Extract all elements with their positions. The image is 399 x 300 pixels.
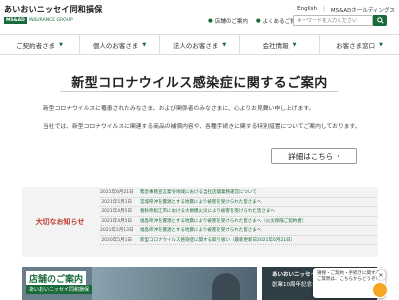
notice-row[interactable]: 2021年4月5日 春秋県松江市における大規模火災により被害を受けられた皆さまへ bbox=[100, 207, 378, 217]
banner-subtitle: あいおいニッセイ同和損保 bbox=[26, 285, 93, 294]
search-button[interactable] bbox=[373, 15, 387, 26]
nav-label: ご契約者さま bbox=[16, 41, 56, 50]
map-pin-icon: ● bbox=[208, 18, 213, 24]
chevron-down-icon: ▼ bbox=[59, 41, 63, 48]
notice-paragraph: 当社では、新型コロナウイルスに関連する商品の補償内容や、各種手続きに関する特別措… bbox=[43, 124, 361, 130]
notice-date: 2021年5月1日 bbox=[101, 199, 132, 205]
chevron-down-icon: ▼ bbox=[142, 41, 147, 48]
notice-date: 2020年5月1日 bbox=[101, 237, 132, 243]
nav-personal[interactable]: 個人のお客さま ▼ bbox=[80, 35, 160, 54]
site-header: あいおいニッセイ同和損保 MS&AD INSURANCE GROUP Engli… bbox=[0, 0, 399, 33]
title-divider bbox=[60, 91, 338, 92]
msad-holdings-link[interactable]: MS&ADホールディングス bbox=[331, 6, 395, 14]
notice-date: 2021年2月13日 bbox=[100, 228, 134, 234]
nav-label: 個人のお客さま bbox=[92, 41, 139, 50]
notice-body: 新型コロナウイルスに罹患されたみなさま、および関係者のみなさまに、心よりお見舞い… bbox=[43, 104, 363, 140]
notice-paragraph: 新型コロナウイルスに罹患されたみなさま、および関係者のみなさまに、心よりお見舞い… bbox=[43, 106, 315, 112]
detail-button[interactable]: 詳細はこちら › bbox=[271, 148, 357, 164]
chevron-down-icon: ▼ bbox=[379, 41, 383, 48]
search-input[interactable] bbox=[293, 15, 373, 26]
chevron-down-icon: ▼ bbox=[222, 41, 227, 48]
banner-title: 店舗のご案内 bbox=[26, 271, 87, 286]
logo-title: あいおいニッセイ同和損保 bbox=[4, 5, 103, 14]
notice-link[interactable]: 緊急事態宣言発令地域における当社店舗業務運営について bbox=[140, 189, 257, 195]
nav-company-info[interactable]: 会社情報 ▼ bbox=[240, 35, 320, 54]
notice-link[interactable]: 福島県沖を震源とする地震により被害を受けられた皆さまへ（火災保険ご契約者） bbox=[140, 218, 306, 224]
logo-group: MS&AD INSURANCE GROUP bbox=[4, 17, 73, 24]
nav-label: 法人のお客さま bbox=[172, 41, 219, 50]
detail-button-label: 詳細はこちら bbox=[288, 151, 334, 161]
notice-row[interactable]: 2021年5月1日 宮城県沖を震源とする地震により被害を受けられた皆さまへ bbox=[100, 198, 378, 207]
group-label: INSURANCE GROUP bbox=[28, 18, 73, 23]
company-logo[interactable]: あいおいニッセイ同和損保 MS&AD INSURANCE GROUP bbox=[4, 4, 103, 24]
chat-avatar[interactable] bbox=[372, 282, 388, 298]
nav-label: 会社情報 bbox=[262, 41, 289, 50]
chat-text: 損保・ご契約・手続きに関するご質問は、こちらからどうぞ！ bbox=[317, 271, 380, 282]
person-image bbox=[212, 273, 240, 300]
notice-link[interactable]: 福島県沖を震源とする地震により被害を受けられた皆さまへ bbox=[140, 227, 261, 233]
divider: | bbox=[323, 6, 325, 12]
nav-corporate[interactable]: 法人のお客さま ▼ bbox=[160, 35, 240, 54]
nav-policyholders[interactable]: ご契約者さま ▼ bbox=[0, 35, 80, 54]
important-notices: 大切なお知らせ 2021年6月21日 緊急事態宣言発令地域における当社店舗業務運… bbox=[22, 187, 378, 257]
notice-row[interactable]: 2021年4月5日 福島県沖を震源とする地震により被害を受けられた皆さまへ（火災… bbox=[100, 217, 378, 226]
notice-link[interactable]: 春秋県松江市における大規模火災により被害を受けられた皆さまへ bbox=[140, 208, 275, 214]
important-label: 大切なお知らせ bbox=[35, 218, 85, 226]
top-links: English | MS&ADホールディングス bbox=[297, 6, 395, 14]
notice-date: 2021年4月5日 bbox=[101, 218, 132, 224]
notice-list: 2021年6月21日 緊急事態宣言発令地域における当社店舗業務運営について 20… bbox=[100, 188, 378, 245]
notice-date: 2021年6月21日 bbox=[100, 190, 134, 196]
question-icon: ● bbox=[255, 18, 261, 24]
close-icon[interactable]: ✕ bbox=[376, 270, 386, 280]
page-title: 新型コロナウイルス感染症に関するご案内 bbox=[71, 76, 328, 91]
notice-row[interactable]: 2021年6月21日 緊急事態宣言発令地域における当社店舗業務運営について bbox=[100, 188, 378, 198]
store-guide-label: 店舗のご案内 bbox=[214, 19, 248, 25]
notice-date: 2021年4月5日 bbox=[101, 209, 132, 215]
nav-label: お客さま窓口 bbox=[336, 41, 376, 50]
msad-badge: MS&AD bbox=[4, 17, 27, 24]
store-guide-link[interactable]: ● 店舗のご案内 bbox=[208, 17, 248, 25]
main-nav: ご契約者さま ▼ 個人のお客さま ▼ 法人のお客さま ▼ 会社情報 ▼ お客さま… bbox=[0, 34, 399, 55]
store-guide-banner[interactable]: 店舗のご案内 あいおいニッセイ同和損保 bbox=[22, 267, 257, 300]
notice-link[interactable]: 新型コロナウイルス感染症に関する取り扱い（最新更新日2021年6月21日） bbox=[140, 237, 295, 243]
chevron-right-icon: › bbox=[337, 152, 340, 160]
notice-link[interactable]: 宮城県沖を震源とする地震により被害を受けられた皆さまへ bbox=[140, 199, 261, 205]
nav-customer-desk[interactable]: お客さま窓口 ▼ bbox=[320, 35, 399, 54]
search-icon bbox=[376, 17, 384, 24]
chevron-down-icon: ▼ bbox=[292, 41, 297, 48]
notice-row[interactable]: 2020年5月1日 新型コロナウイルス感染症に関する取り扱い（最新更新日2021… bbox=[100, 236, 378, 245]
english-link[interactable]: English bbox=[297, 6, 317, 14]
notice-row[interactable]: 2021年2月13日 福島県沖を震源とする地震により被害を受けられた皆さまへ bbox=[100, 226, 378, 236]
